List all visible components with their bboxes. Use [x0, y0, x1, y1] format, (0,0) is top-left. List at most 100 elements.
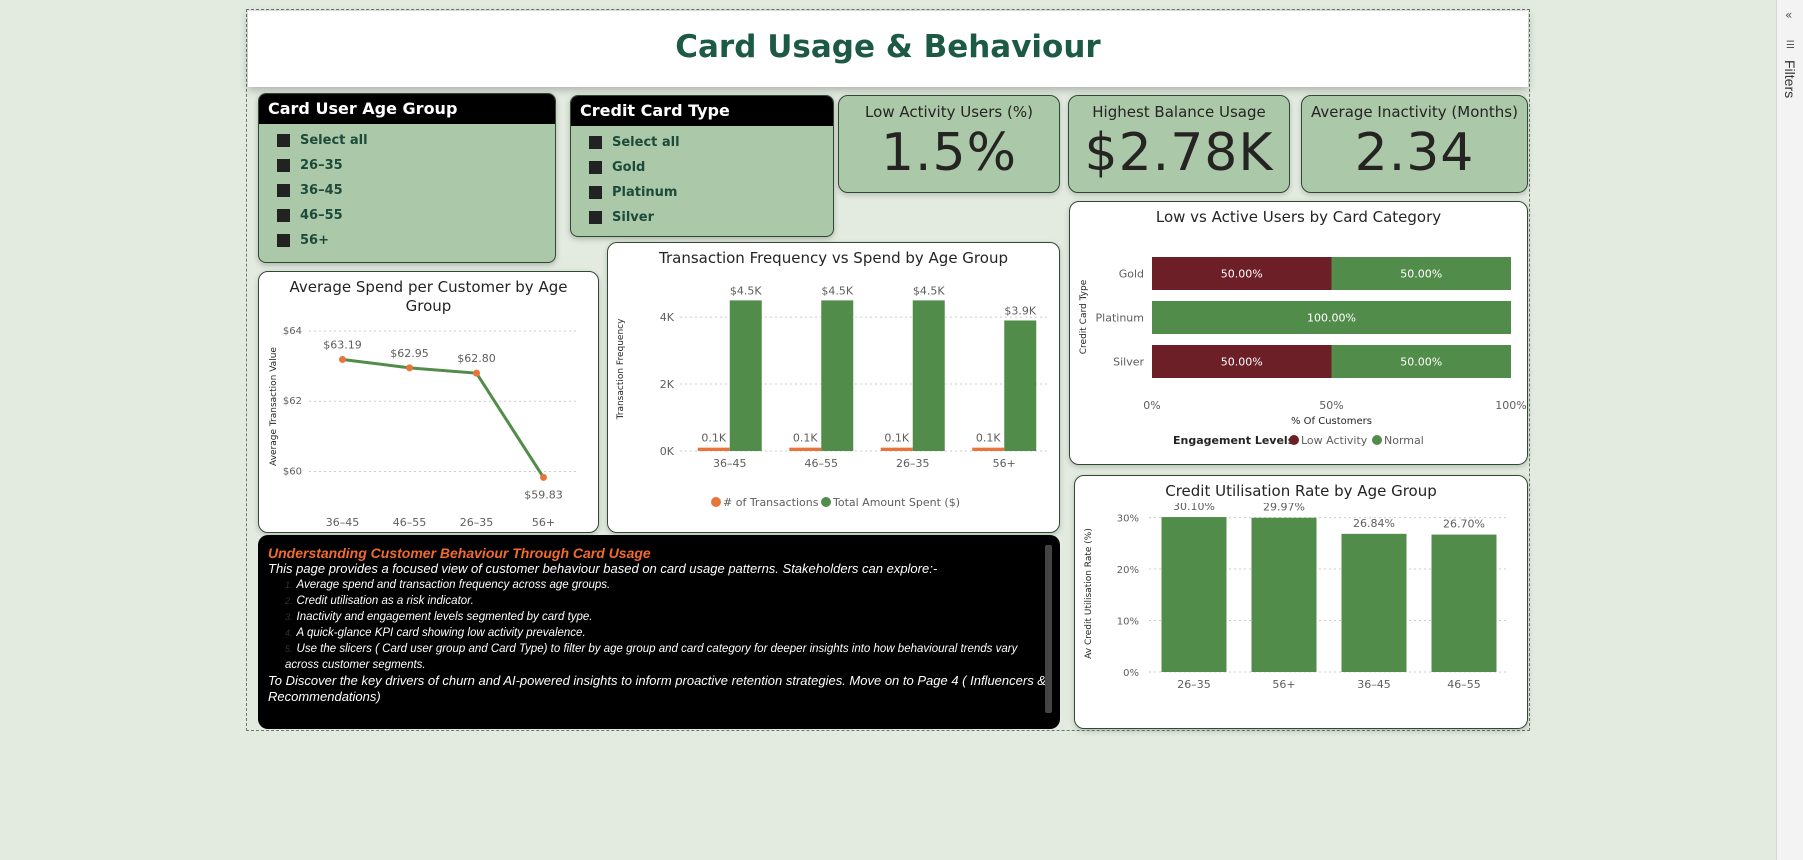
x-tick-label: 56+ — [532, 516, 555, 529]
x-tick-label: 26–35 — [460, 516, 494, 529]
chart-title: Low vs Active Users by Card Category — [1155, 208, 1442, 226]
checkbox[interactable] — [589, 136, 602, 149]
low-vs-active-chart[interactable]: Low vs Active Users by Card Category 50.… — [1069, 201, 1528, 465]
card-type-option[interactable]: Platinum — [589, 180, 833, 205]
checkbox[interactable] — [589, 186, 602, 199]
y-tick-label: $64 — [283, 326, 302, 337]
data-label: 30.10% — [1173, 503, 1215, 513]
option-label: 36–45 — [300, 183, 343, 198]
y-axis-title: Credit Card Type — [1079, 279, 1089, 354]
text-intro: This page provides a focused view of cus… — [268, 561, 938, 576]
checkbox[interactable] — [277, 209, 290, 222]
filters-label[interactable]: Filters — [1782, 60, 1798, 98]
bar-credit-util — [1161, 517, 1227, 672]
x-tick-label: 36–45 — [1357, 678, 1391, 691]
card-type-option[interactable]: Silver — [589, 205, 833, 230]
checkbox[interactable] — [589, 161, 602, 174]
x-tick-label: 56+ — [1272, 678, 1295, 691]
filters-pane[interactable]: « ☰ Filters — [1776, 0, 1803, 860]
y-tick-label: 10% — [1117, 617, 1139, 628]
y-tick-label: $60 — [283, 466, 302, 477]
bar-transactions — [972, 447, 1005, 451]
text-list-item: 5. Use the slicers ( Card user group and … — [280, 641, 1050, 673]
chart-title: Transaction Frequency vs Spend by Age Gr… — [659, 249, 1008, 267]
checkbox[interactable] — [589, 211, 602, 224]
data-label: 26.70% — [1443, 518, 1485, 531]
y-tick-label: 0K — [660, 445, 675, 458]
txn-frequency-chart[interactable]: Transaction Frequency vs Spend by Age Gr… — [607, 242, 1060, 533]
option-label: Select all — [300, 133, 368, 148]
checkbox[interactable] — [277, 184, 290, 197]
data-label: $59.83 — [524, 488, 563, 501]
y-tick-label: 4K — [660, 311, 675, 324]
bar-credit-util — [1431, 534, 1497, 672]
text-list-item: 2. Credit utilisation as a risk indicator… — [280, 593, 1050, 609]
text-outro: To Discover the key drivers of churn and… — [268, 673, 1046, 704]
age-group-option[interactable]: Select all — [277, 128, 555, 153]
bar-credit-util — [1341, 533, 1407, 672]
option-label: Gold — [612, 160, 646, 175]
kpi-label: Average Inactivity (Months) — [1311, 103, 1518, 121]
insight-text-box[interactable]: Understanding Customer Behaviour Through… — [258, 535, 1060, 729]
age-group-option[interactable]: 46–55 — [277, 203, 555, 228]
x-tick-label: 0% — [1143, 399, 1160, 412]
data-label: 0.1K — [884, 432, 909, 445]
list-text: Inactivity and engagement levels segment… — [296, 611, 593, 623]
chart-title: Credit Utilisation Rate by Age Group — [1165, 482, 1437, 500]
kpi-value: $2.78K — [1084, 123, 1274, 183]
legend-label: Normal — [1384, 434, 1424, 447]
legend-marker — [1372, 435, 1382, 445]
y-axis-title: Average Transaction Value — [269, 347, 279, 466]
age-group-option[interactable]: 36–45 — [277, 178, 555, 203]
data-label: 50.00% — [1400, 268, 1442, 281]
text-list: 1. Average spend and transaction frequenc… — [268, 577, 1050, 673]
x-tick-label: 46–55 — [1447, 678, 1481, 691]
kpi-value: 1.5% — [880, 123, 1018, 183]
y-tick-label: 2K — [660, 378, 675, 391]
bar-transactions — [789, 447, 822, 451]
data-label: 26.84% — [1353, 517, 1395, 530]
data-label: 0.1K — [976, 432, 1001, 445]
x-tick-label: 100% — [1495, 399, 1526, 412]
x-tick-label: 36–45 — [326, 516, 360, 529]
age-group-option[interactable]: 26–35 — [277, 153, 555, 178]
data-label: $4.5K — [730, 284, 762, 297]
legend-marker — [711, 497, 721, 507]
option-label: Silver — [612, 210, 654, 225]
data-label: $63.19 — [323, 338, 362, 351]
data-point — [339, 355, 346, 363]
data-label: $4.5K — [913, 284, 945, 297]
checkbox[interactable] — [277, 159, 290, 172]
bar-chart-svg: 0K 2K 4K Transaction Frequency 0.1K $4.5K 36–4… — [616, 284, 1050, 509]
option-label: 26–35 — [300, 158, 343, 173]
y-tick-label: 30% — [1117, 514, 1139, 525]
bar-credit-util — [1251, 517, 1317, 672]
kpi-card-highest-balance[interactable]: Highest Balance Usage $2.78K — [1068, 95, 1290, 193]
legend-title: Engagement Levels — [1173, 434, 1295, 447]
card-type-option[interactable]: Select all — [589, 130, 833, 155]
text-list-item: 4. A quick-glance KPI card showing low ac… — [280, 625, 1050, 641]
y-tick-label: 0% — [1123, 668, 1139, 679]
age-group-option[interactable]: 56+ — [277, 228, 555, 253]
kpi-card-low-activity[interactable]: Low Activity Users (%) 1.5% — [838, 95, 1060, 193]
bar-chart-svg: 0% 10% 20% 30% Av Credit Utilisation Rate (%… — [1084, 503, 1509, 691]
data-point — [540, 473, 547, 481]
checkbox[interactable] — [277, 234, 290, 247]
y-axis-title: Av Credit Utilisation Rate (%) — [1084, 528, 1094, 659]
kpi-card-avg-inactivity[interactable]: Average Inactivity (Months) 2.34 — [1301, 95, 1528, 193]
list-number: 3. — [285, 612, 293, 622]
list-text: Credit utilisation as a risk indicator. — [296, 595, 474, 607]
list-number: 2. — [285, 596, 293, 606]
credit-util-chart[interactable]: Credit Utilisation Rate by Age Group 0% 1… — [1074, 475, 1528, 729]
card-type-option[interactable]: Gold — [589, 155, 833, 180]
slicer-list: Select all 26–35 36–45 46–55 56+ — [259, 124, 555, 253]
checkbox[interactable] — [277, 134, 290, 147]
data-label: 50.00% — [1221, 268, 1263, 281]
y-tick-label: $62 — [283, 396, 302, 407]
avg-spend-chart[interactable]: Average Spend per Customer by Age Group … — [258, 271, 599, 533]
scrollbar[interactable] — [1045, 545, 1052, 713]
collapse-icon[interactable]: « — [1785, 8, 1792, 22]
title-banner: Card Usage & Behaviour — [248, 11, 1528, 87]
x-tick-label: 46–55 — [393, 516, 427, 529]
data-point — [473, 369, 480, 377]
